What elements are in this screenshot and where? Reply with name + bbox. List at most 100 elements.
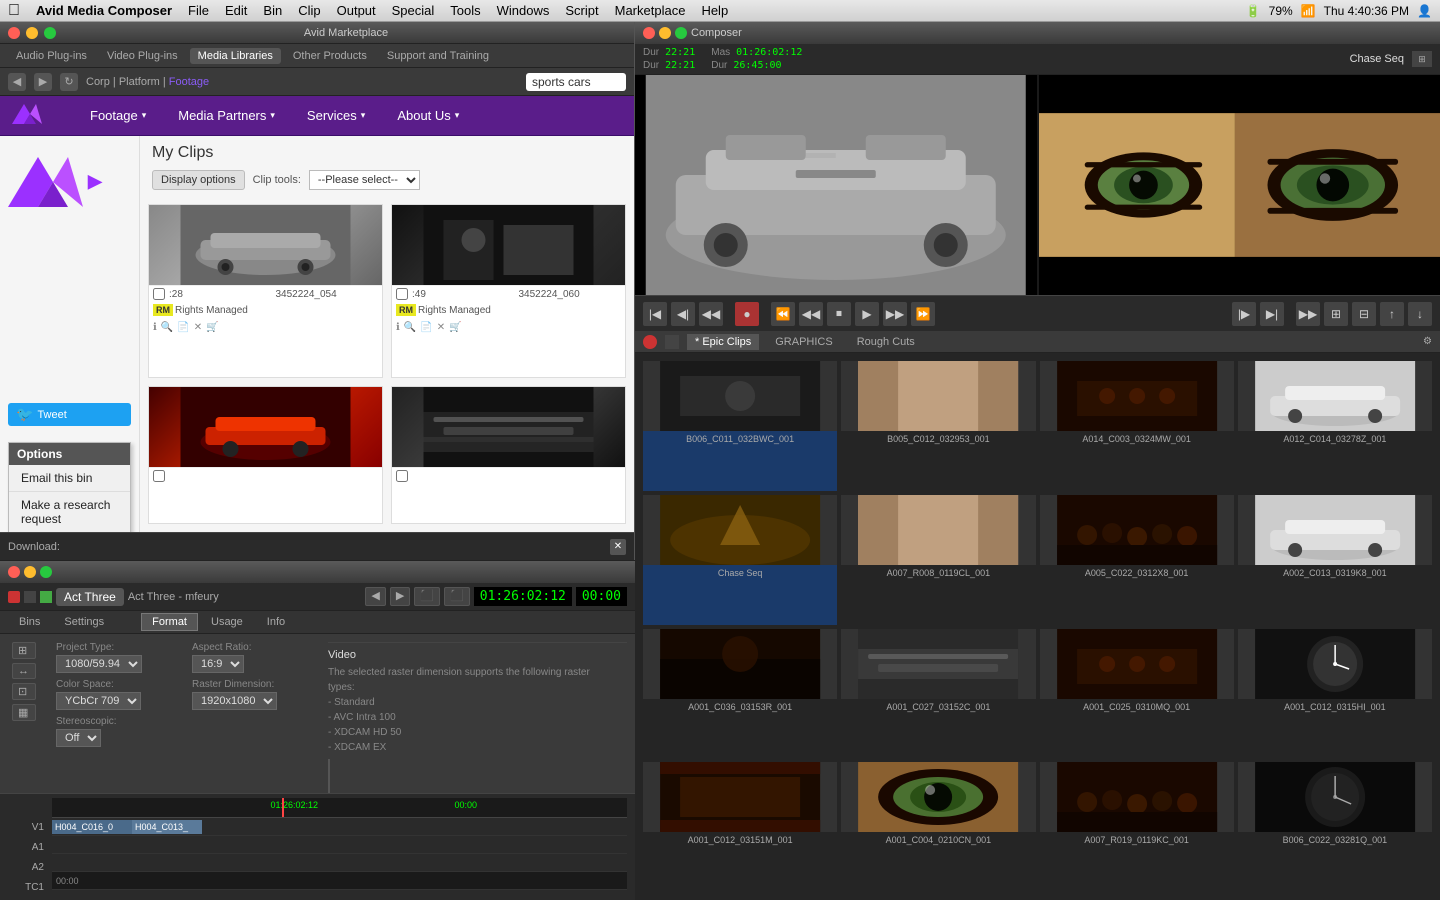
script-menu[interactable]: Script (565, 3, 598, 18)
editor-tool-1[interactable]: ◀ (365, 587, 385, 606)
edit-menu[interactable]: Edit (225, 3, 247, 18)
clip-h004-c013[interactable]: H004_C013_ (132, 820, 202, 834)
clip-checkbox-2[interactable] (153, 470, 165, 482)
transport-extra3[interactable]: ↑ (1380, 302, 1404, 326)
project-type-select[interactable]: 1080/59.94 (56, 655, 142, 673)
maximize-dot[interactable] (44, 27, 56, 39)
clip-checkbox-0[interactable] (153, 288, 165, 300)
aspect-ratio-select[interactable]: 16:9 (192, 655, 244, 673)
nav-media-partners[interactable]: Media Partners▾ (162, 96, 291, 135)
stereo-select[interactable]: Off (56, 729, 101, 747)
tab-icon[interactable] (117, 619, 139, 625)
output-menu[interactable]: Output (337, 3, 376, 18)
bin-tab-graphics[interactable]: GRAPHICS (767, 334, 840, 350)
transport-play[interactable]: ▶ (855, 302, 879, 326)
forward-button[interactable]: ▶ (34, 73, 52, 91)
v1-track[interactable]: H004_C016_0 H004_C013_ (52, 818, 627, 836)
bin-item-14[interactable]: A007_R019_0119KC_001 (1040, 762, 1234, 892)
clip-checkbox-1[interactable] (396, 288, 408, 300)
transport-extra4[interactable]: ↓ (1408, 302, 1432, 326)
tab-support-training[interactable]: Support and Training (379, 48, 497, 64)
tab-settings[interactable]: Settings (53, 613, 115, 631)
clip-menu[interactable]: Clip (298, 3, 320, 18)
clip-info-1[interactable]: ℹ (396, 322, 400, 333)
breadcrumb-footage[interactable]: Footage (169, 76, 209, 88)
clip-info-0[interactable]: ℹ (153, 322, 157, 333)
transport-mark-out[interactable]: |▶ (1232, 302, 1256, 326)
editor-tool-4[interactable]: ⬛ (444, 587, 470, 606)
apple-menu[interactable]:  (8, 2, 20, 20)
bin-item-4[interactable]: Chase Seq (643, 495, 837, 625)
a2-track[interactable] (52, 854, 627, 872)
tab-info[interactable]: Info (256, 613, 296, 631)
marketplace-menu[interactable]: Marketplace (615, 3, 686, 18)
transport-extra1[interactable]: ⊞ (1324, 302, 1348, 326)
transport-rew2[interactable]: ◀◀ (799, 302, 823, 326)
option-email-bin[interactable]: Email this bin (9, 465, 130, 492)
color-space-select[interactable]: YCbCr 709 (56, 692, 141, 710)
tab-format[interactable]: Format (141, 613, 198, 631)
clip-checkbox-3[interactable] (396, 470, 408, 482)
nav-footage[interactable]: Footage▾ (74, 96, 162, 135)
tab-usage[interactable]: Usage (200, 613, 254, 631)
refresh-button[interactable]: ↻ (60, 73, 78, 91)
bin-close-dot[interactable] (643, 335, 657, 349)
editor-close-dot[interactable] (8, 566, 20, 578)
composer-minimize-dot[interactable] (659, 27, 671, 39)
transport-rew[interactable]: ⏪ (771, 302, 795, 326)
bin-item-1[interactable]: B005_C012_032953_001 (841, 361, 1035, 491)
transport-record[interactable]: ● (735, 302, 759, 326)
back-button[interactable]: ◀ (8, 73, 26, 91)
minimize-dot[interactable] (26, 27, 38, 39)
timeline-btn-1[interactable]: ⊞ (12, 642, 36, 659)
clip-item-0[interactable]: :28 3452224_054 RM Rights Managed ℹ 🔍 📄 (148, 204, 383, 378)
clip-delete-1[interactable]: ✕ (437, 322, 445, 333)
tab-video-plugins[interactable]: Video Plug-ins (99, 48, 186, 64)
timeline-btn-2[interactable]: ↔ (12, 663, 36, 679)
bin-item-10[interactable]: A001_C025_0310MQ_001 (1040, 629, 1234, 759)
bin-item-9[interactable]: A001_C027_03152C_001 (841, 629, 1035, 759)
clip-cart-1[interactable]: 🛒 (449, 322, 461, 333)
breadcrumb-corp[interactable]: Corp (86, 76, 110, 88)
timeline-btn-4[interactable]: ▦ (12, 704, 36, 721)
bin-item-6[interactable]: A005_C022_0312X8_001 (1040, 495, 1234, 625)
help-menu[interactable]: Help (701, 3, 728, 18)
clip-doc-1[interactable]: 📄 (420, 322, 432, 333)
bin-item-11[interactable]: A001_C012_0315HI_001 (1238, 629, 1432, 759)
editor-minimize-dot[interactable] (24, 566, 36, 578)
clip-delete-0[interactable]: ✕ (194, 322, 202, 333)
transport-extra2[interactable]: ⊟ (1352, 302, 1376, 326)
editor-tool-3[interactable]: ⬛ (414, 587, 440, 606)
transport-ff2[interactable]: ⏩ (911, 302, 935, 326)
bin-item-8[interactable]: A001_C036_03153R_001 (643, 629, 837, 759)
clip-zoom-0[interactable]: 🔍 (161, 322, 173, 333)
download-close-button[interactable]: ✕ (610, 539, 626, 555)
transport-step-fwd[interactable]: ▶▶ (1296, 302, 1320, 326)
raster-dim-select[interactable]: 1920x1080 (192, 692, 277, 710)
breadcrumb-platform[interactable]: Platform (119, 76, 160, 88)
transport-mark-in[interactable]: ◀| (671, 302, 695, 326)
transport-go-end[interactable]: ▶| (1260, 302, 1284, 326)
editor-tool-2[interactable]: ▶ (390, 587, 410, 606)
option-research-request[interactable]: Make a research request (9, 492, 130, 532)
app-menu[interactable]: Avid Media Composer (36, 3, 172, 18)
clip-item-1[interactable]: :49 3452224_060 RM Rights Managed ℹ 🔍 📄 (391, 204, 626, 378)
tab-bins[interactable]: Bins (8, 613, 51, 631)
file-menu[interactable]: File (188, 3, 209, 18)
tools-menu[interactable]: Tools (450, 3, 480, 18)
clip-item-2[interactable] (148, 386, 383, 525)
bin-item-13[interactable]: A001_C004_0210CN_001 (841, 762, 1035, 892)
special-menu[interactable]: Special (392, 3, 435, 18)
composer-close-dot[interactable] (643, 27, 655, 39)
search-input[interactable] (526, 73, 626, 91)
composer-maximize-dot[interactable] (675, 27, 687, 39)
bin-tab-rough-cuts[interactable]: Rough Cuts (849, 334, 923, 350)
editor-maximize-dot[interactable] (40, 566, 52, 578)
bin-item-0[interactable]: B006_C011_032BWC_001 (643, 361, 837, 491)
bin-settings-btn[interactable]: ⚙ (1423, 336, 1432, 347)
seq-expand-btn[interactable]: ⊞ (1412, 51, 1432, 67)
bin-item-15[interactable]: B006_C022_03281Q_001 (1238, 762, 1432, 892)
tab-other-products[interactable]: Other Products (285, 48, 375, 64)
bin-tab-epic[interactable]: * Epic Clips (687, 334, 759, 350)
transport-stop[interactable]: ⏹ (827, 302, 851, 326)
